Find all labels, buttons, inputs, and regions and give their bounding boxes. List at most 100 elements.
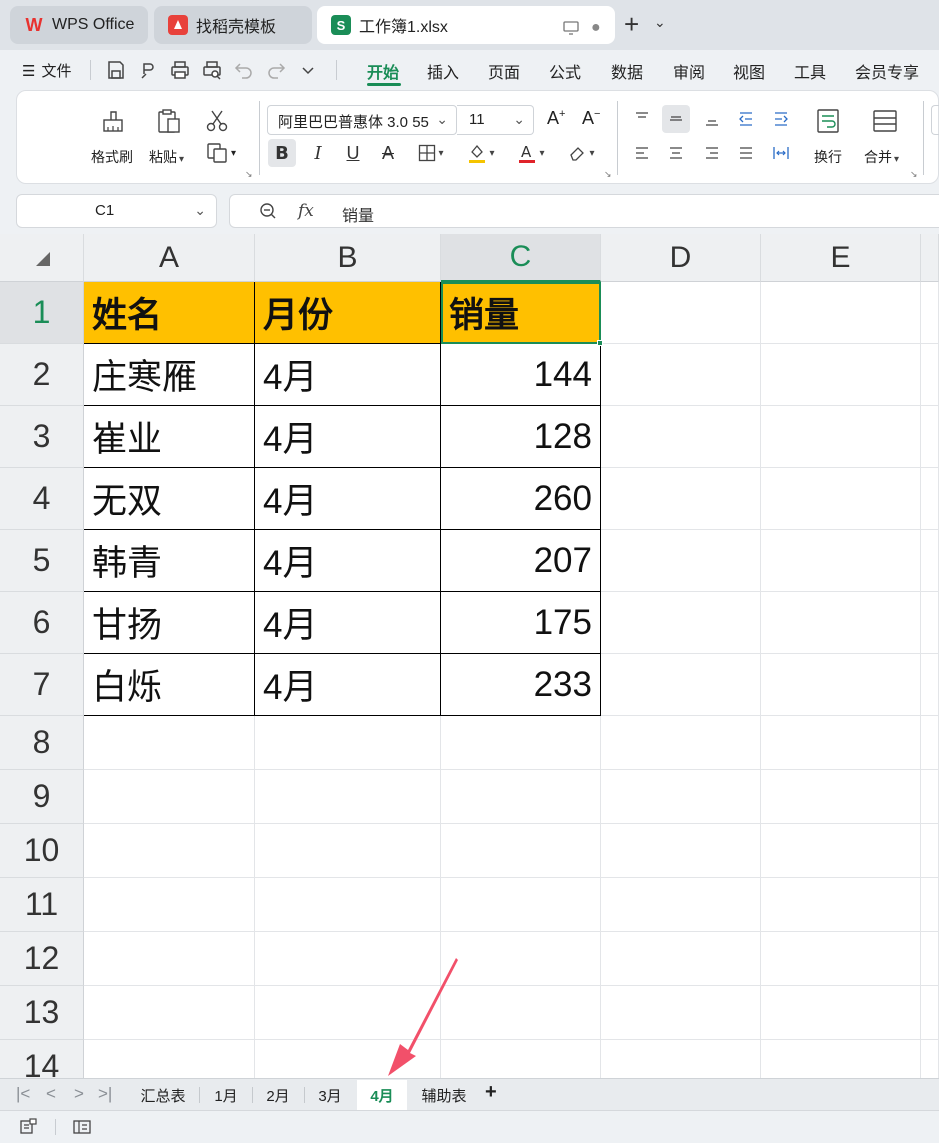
font-name-select[interactable]: 阿里巴巴普惠体 3.0 55 ⌄ bbox=[267, 105, 457, 135]
cell-e6[interactable] bbox=[761, 592, 921, 654]
monitor-icon[interactable] bbox=[563, 21, 579, 38]
cell-b11[interactable] bbox=[255, 878, 441, 932]
cell-c13[interactable] bbox=[441, 986, 601, 1040]
cell-d3[interactable] bbox=[601, 406, 761, 468]
row-header-4[interactable]: 4 bbox=[0, 468, 84, 530]
unsaved-dot-icon[interactable]: ● bbox=[591, 19, 601, 37]
cell-c14[interactable] bbox=[441, 1040, 601, 1078]
row-header-5[interactable]: 5 bbox=[0, 530, 84, 592]
tab-workbook[interactable]: S 工作簿1.xlsx ● bbox=[317, 6, 615, 44]
tab-formula[interactable]: 公式 bbox=[549, 59, 581, 83]
cell-a8[interactable] bbox=[84, 716, 255, 770]
cell-e3[interactable] bbox=[761, 406, 921, 468]
cell-e8[interactable] bbox=[761, 716, 921, 770]
tab-member[interactable]: 会员专享 bbox=[855, 59, 919, 83]
save-icon[interactable] bbox=[104, 58, 128, 82]
data-cell[interactable]: 4月 bbox=[255, 592, 441, 654]
strikethrough-button[interactable]: A bbox=[374, 139, 402, 167]
data-cell[interactable]: 无双 bbox=[84, 468, 255, 530]
formula-input[interactable]: fx 销量 bbox=[229, 194, 939, 228]
data-cell[interactable]: 4月 bbox=[255, 406, 441, 468]
cell-f12[interactable] bbox=[921, 932, 939, 986]
first-sheet-icon[interactable]: |< bbox=[16, 1084, 30, 1104]
select-all-corner[interactable] bbox=[0, 234, 84, 282]
underline-button[interactable]: U bbox=[339, 139, 367, 167]
tab-docer-templates[interactable]: 找稻壳模板 bbox=[154, 6, 312, 44]
fill-color-button[interactable]: ▾ bbox=[463, 139, 499, 167]
align-top-icon[interactable] bbox=[628, 105, 656, 133]
cell-d2[interactable] bbox=[601, 344, 761, 406]
sheet-tab[interactable]: 汇总表 bbox=[127, 1080, 199, 1110]
increase-font-icon[interactable]: A+ bbox=[547, 108, 565, 129]
data-cell[interactable]: 韩青 bbox=[84, 530, 255, 592]
tab-insert[interactable]: 插入 bbox=[427, 59, 459, 83]
cell-f3[interactable] bbox=[921, 406, 939, 468]
data-cell[interactable]: 144 bbox=[441, 344, 601, 406]
cell-d5[interactable] bbox=[601, 530, 761, 592]
tab-review[interactable]: 审阅 bbox=[673, 59, 705, 83]
copy-icon[interactable] bbox=[205, 141, 229, 165]
cell-b10[interactable] bbox=[255, 824, 441, 878]
tab-page[interactable]: 页面 bbox=[488, 59, 520, 83]
chevron-down-icon[interactable]: ▾ bbox=[231, 148, 236, 159]
cell-f1[interactable] bbox=[921, 282, 939, 344]
row-header-11[interactable]: 11 bbox=[0, 878, 84, 932]
decrease-indent-icon[interactable] bbox=[732, 105, 760, 133]
dialog-launcher-icon[interactable]: ↘ bbox=[245, 169, 253, 180]
merge-button[interactable]: 合并 ▾ bbox=[864, 147, 899, 167]
cell-c9[interactable] bbox=[441, 770, 601, 824]
prev-sheet-icon[interactable]: < bbox=[46, 1084, 56, 1104]
cell-e9[interactable] bbox=[761, 770, 921, 824]
tab-view[interactable]: 视图 bbox=[733, 59, 765, 83]
row-header-10[interactable]: 10 bbox=[0, 824, 84, 878]
chevron-down-icon[interactable] bbox=[296, 58, 320, 82]
tab-tools[interactable]: 工具 bbox=[794, 59, 826, 83]
worksheet-grid[interactable]: A B C D E 1 2 3 4 5 6 7 8 9 10 11 12 13 14 姓名 月份 销量 庄寒雁 4月 144 崔业… bbox=[0, 234, 939, 1078]
cell-a9[interactable] bbox=[84, 770, 255, 824]
column-header-e[interactable]: E bbox=[761, 234, 921, 282]
name-box[interactable]: C1 ⌄ bbox=[16, 194, 217, 228]
cell-f4[interactable] bbox=[921, 468, 939, 530]
new-tab-icon[interactable]: + bbox=[624, 9, 639, 39]
cell-a11[interactable] bbox=[84, 878, 255, 932]
cell-d4[interactable] bbox=[601, 468, 761, 530]
cell-f2[interactable] bbox=[921, 344, 939, 406]
italic-button[interactable]: I bbox=[304, 139, 332, 167]
row-header-7[interactable]: 7 bbox=[0, 654, 84, 716]
bold-button[interactable]: B bbox=[268, 139, 296, 167]
format-painter-icon[interactable] bbox=[99, 107, 127, 135]
row-header-9[interactable]: 9 bbox=[0, 770, 84, 824]
number-format-select[interactable] bbox=[931, 105, 939, 135]
print-icon[interactable] bbox=[168, 58, 192, 82]
page-layout-icon[interactable] bbox=[72, 1117, 92, 1137]
file-menu[interactable]: ☰ 文件 bbox=[22, 60, 71, 81]
decrease-font-icon[interactable]: A− bbox=[582, 108, 600, 129]
cell-b13[interactable] bbox=[255, 986, 441, 1040]
distribute-icon[interactable] bbox=[767, 139, 795, 167]
cell-e1[interactable] bbox=[761, 282, 921, 344]
dialog-launcher-icon[interactable]: ↘ bbox=[910, 169, 918, 180]
increase-indent-icon[interactable] bbox=[767, 105, 795, 133]
data-cell[interactable]: 4月 bbox=[255, 344, 441, 406]
data-cell[interactable]: 4月 bbox=[255, 654, 441, 716]
tab-data[interactable]: 数据 bbox=[611, 59, 643, 83]
undo-icon[interactable] bbox=[232, 58, 256, 82]
column-header-b[interactable]: B bbox=[255, 234, 441, 282]
cell-c8[interactable] bbox=[441, 716, 601, 770]
cell-f5[interactable] bbox=[921, 530, 939, 592]
data-cell[interactable]: 白烁 bbox=[84, 654, 255, 716]
cell-e7[interactable] bbox=[761, 654, 921, 716]
cell-b8[interactable] bbox=[255, 716, 441, 770]
share-icon[interactable] bbox=[136, 58, 160, 82]
redo-icon[interactable] bbox=[264, 58, 288, 82]
paste-button[interactable]: 粘贴 ▾ bbox=[149, 147, 184, 167]
cell-d6[interactable] bbox=[601, 592, 761, 654]
fx-icon[interactable]: fx bbox=[298, 201, 314, 221]
font-color-button[interactable]: A ▾ bbox=[513, 139, 549, 167]
cell-d14[interactable] bbox=[601, 1040, 761, 1078]
cell-e13[interactable] bbox=[761, 986, 921, 1040]
merge-cells-icon[interactable] bbox=[871, 107, 899, 135]
clear-format-button[interactable]: ▾ bbox=[563, 139, 599, 167]
border-button[interactable]: ▾ bbox=[413, 139, 449, 167]
cell-f14[interactable] bbox=[921, 1040, 939, 1078]
